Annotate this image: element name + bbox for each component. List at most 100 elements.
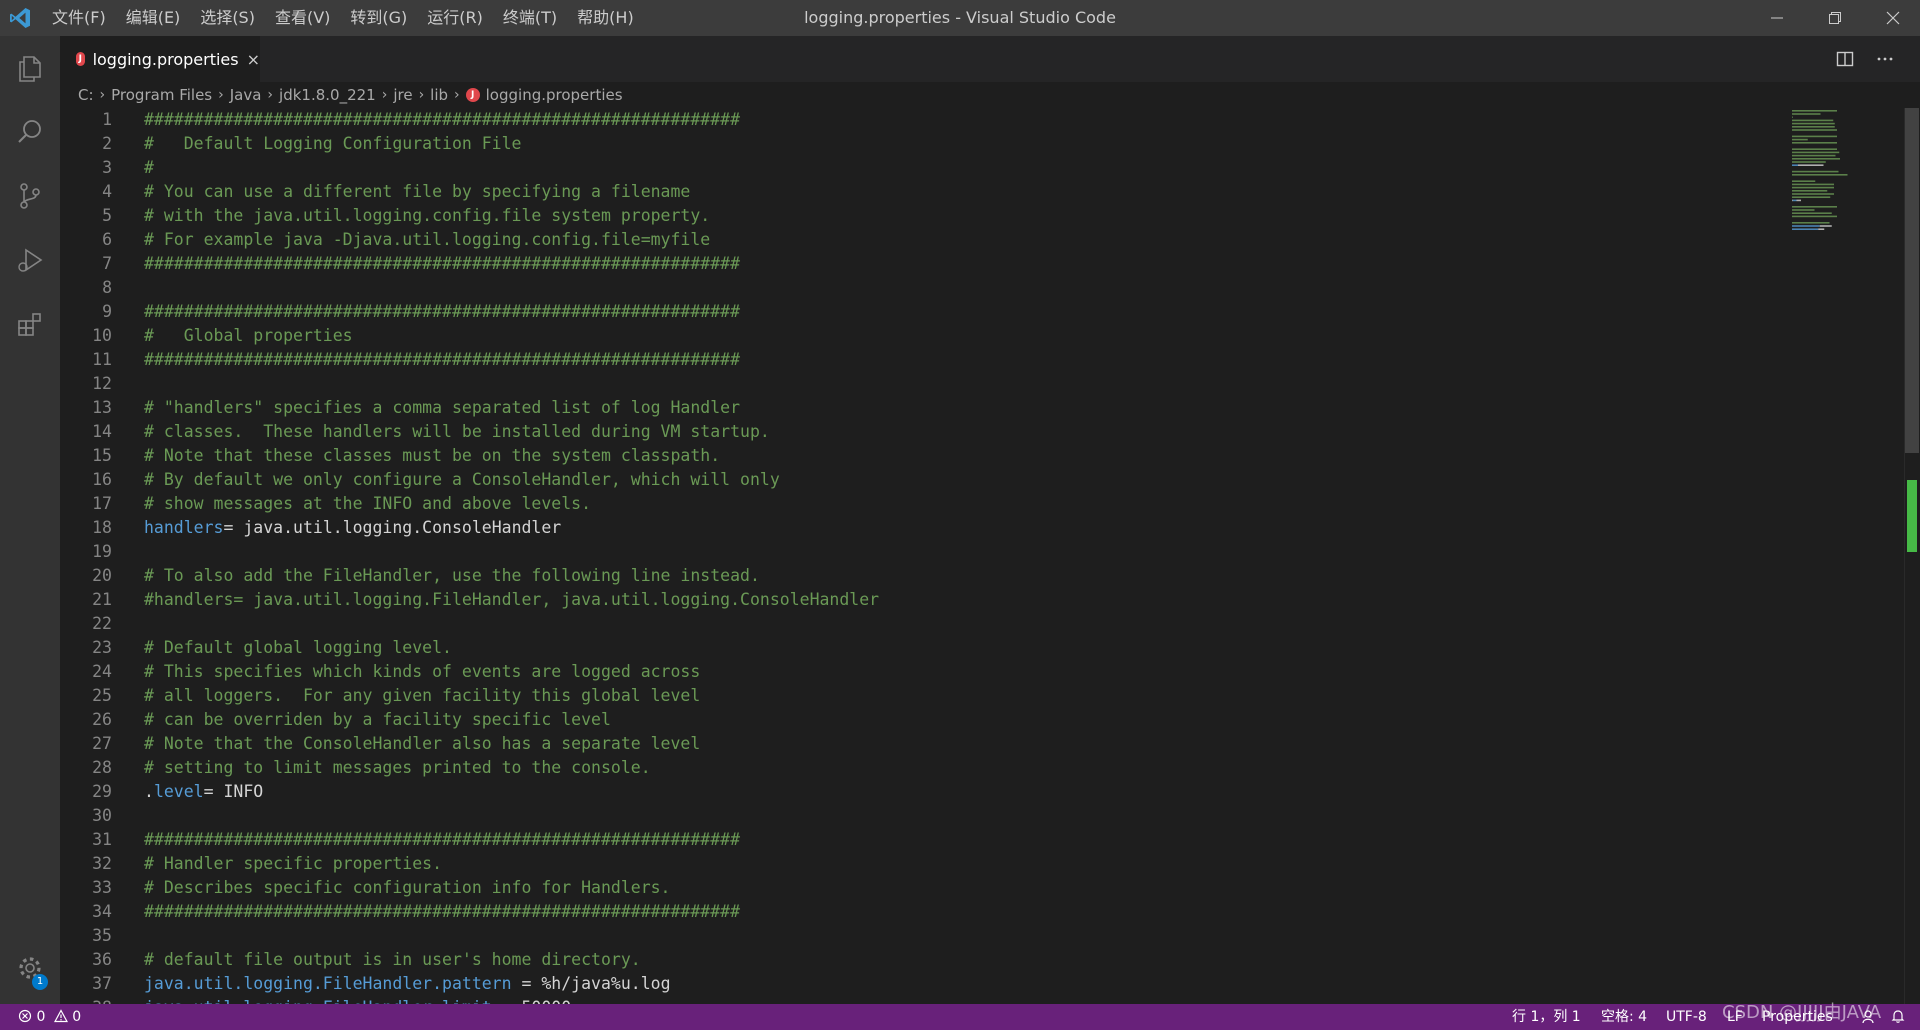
code-token: ########################################…: [144, 830, 741, 849]
line-number: 25: [92, 686, 112, 705]
code-line[interactable]: 31 ######################################…: [60, 828, 1760, 852]
code-line[interactable]: 29 .level= INFO: [60, 780, 1760, 804]
code-line[interactable]: 14 # classes. These handlers will be inst…: [60, 420, 1760, 444]
code-line[interactable]: 33 # Describes specific configuration inf…: [60, 876, 1760, 900]
code-line[interactable]: 19: [60, 540, 1760, 564]
code-line[interactable]: 10 # Global properties: [60, 324, 1760, 348]
code-line[interactable]: 28 # setting to limit messages printed to…: [60, 756, 1760, 780]
search-button[interactable]: [0, 104, 60, 160]
menu-item[interactable]: 转到(G): [340, 0, 417, 36]
code-line[interactable]: 37 java.util.logging.FileHandler.pattern …: [60, 972, 1760, 996]
code-line[interactable]: 30: [60, 804, 1760, 828]
code-line[interactable]: 32 # Handler specific properties.: [60, 852, 1760, 876]
editor[interactable]: 1 #######################################…: [60, 108, 1920, 1004]
line-number: 26: [92, 710, 112, 729]
line-number: 7: [102, 254, 112, 273]
breadcrumb-item[interactable]: C:: [78, 86, 94, 104]
minimap-line: [1792, 183, 1834, 186]
code-line[interactable]: 20 # To also add the FileHandler, use the…: [60, 564, 1760, 588]
more-actions-icon[interactable]: [1876, 50, 1894, 68]
code-text: java.util.logging.FileHandler.pattern = …: [144, 972, 671, 996]
code-token: # Default global logging level.: [144, 638, 452, 657]
breadcrumb-item[interactable]: lib: [430, 86, 448, 104]
close-window-button[interactable]: [1864, 0, 1920, 36]
code-line[interactable]: 3 #: [60, 156, 1760, 180]
notifications-button[interactable]: [1890, 1004, 1906, 1030]
line-number: 29: [92, 782, 112, 801]
indentation[interactable]: 空格: 4: [1601, 1004, 1647, 1030]
split-editor-icon[interactable]: [1836, 50, 1854, 68]
code-line[interactable]: 15 # Note that these classes must be on t…: [60, 444, 1760, 468]
minimize-button[interactable]: [1748, 0, 1806, 36]
code-line[interactable]: 1 #######################################…: [60, 108, 1760, 132]
tab-close-icon[interactable]: ×: [247, 50, 260, 69]
tab-logging-properties[interactable]: J logging.properties ×: [60, 36, 260, 82]
restore-button[interactable]: [1806, 0, 1864, 36]
minimap[interactable]: [1790, 108, 1890, 238]
code-text: # Global properties: [144, 324, 353, 348]
code-token: # Global properties: [144, 326, 353, 345]
line-number: 19: [92, 542, 112, 561]
run-debug-button[interactable]: [0, 232, 60, 288]
code-token: # To also add the FileHandler, use the f…: [144, 566, 760, 585]
breadcrumb-item[interactable]: logging.properties: [486, 86, 623, 104]
code-line[interactable]: 16 # By default we only configure a Conso…: [60, 468, 1760, 492]
problems-indicator[interactable]: 0 0: [18, 1004, 81, 1030]
code-line[interactable]: 2 # Default Logging Configuration File: [60, 132, 1760, 156]
menu-item[interactable]: 查看(V): [265, 0, 340, 36]
menu-item[interactable]: 选择(S): [190, 0, 265, 36]
code-line[interactable]: 17 # show messages at the INFO and above …: [60, 492, 1760, 516]
watermark: CSDN @JJJJJ由JAVA: [1722, 1002, 1882, 1023]
menu-item[interactable]: 帮助(H): [567, 0, 644, 36]
code-line[interactable]: 38 java.util.logging.FileHandler.limit = …: [60, 996, 1760, 1004]
tab-bar: J logging.properties ×: [60, 36, 1920, 82]
code-line[interactable]: 8: [60, 276, 1760, 300]
line-number: 4: [102, 182, 112, 201]
code-line[interactable]: 24 # This specifies which kinds of events…: [60, 660, 1760, 684]
minimap-line: [1792, 126, 1835, 128]
line-number: 5: [102, 206, 112, 225]
breadcrumb-item[interactable]: Program Files: [111, 86, 212, 104]
menu-item[interactable]: 终端(T): [493, 0, 567, 36]
code-line[interactable]: 13 # "handlers" specifies a comma separat…: [60, 396, 1760, 420]
code-line[interactable]: 21 #handlers= java.util.logging.FileHandl…: [60, 588, 1760, 612]
code-line[interactable]: 5 # with the java.util.logging.config.fil…: [60, 204, 1760, 228]
code-text: # with the java.util.logging.config.file…: [144, 204, 710, 228]
code-line[interactable]: 9 #######################################…: [60, 300, 1760, 324]
encoding[interactable]: UTF-8: [1666, 1004, 1707, 1030]
breadcrumb-item[interactable]: Java: [230, 86, 262, 104]
code-line[interactable]: 7 #######################################…: [60, 252, 1760, 276]
code-line[interactable]: 11 ######################################…: [60, 348, 1760, 372]
explorer-button[interactable]: [0, 40, 60, 96]
cursor-position[interactable]: 行 1，列 1: [1512, 1004, 1581, 1030]
minimap-line: [1792, 212, 1832, 214]
minimap-line: [1792, 135, 1837, 138]
code-token: ########################################…: [144, 302, 741, 321]
code-line[interactable]: 18 handlers= java.util.logging.ConsoleHan…: [60, 516, 1760, 540]
code-line[interactable]: 36 # default file output is in user's hom…: [60, 948, 1760, 972]
scrollbar-thumb[interactable]: [1905, 108, 1919, 453]
code-text: handlers= java.util.logging.ConsoleHandl…: [144, 516, 561, 540]
manage-settings-button[interactable]: 1: [0, 940, 60, 996]
code-line[interactable]: 22: [60, 612, 1760, 636]
code-line[interactable]: 34 ######################################…: [60, 900, 1760, 924]
code-line[interactable]: 23 # Default global logging level.: [60, 636, 1760, 660]
code-line[interactable]: 4 # You can use a different file by speci…: [60, 180, 1760, 204]
code-line[interactable]: 12: [60, 372, 1760, 396]
code-token: ########################################…: [144, 350, 741, 369]
breadcrumb-item[interactable]: jre: [393, 86, 412, 104]
source-control-button[interactable]: [0, 168, 60, 224]
code-line[interactable]: 25 # all loggers. For any given facility …: [60, 684, 1760, 708]
code-text: # setting to limit messages printed to t…: [144, 756, 651, 780]
code-line[interactable]: 35: [60, 924, 1760, 948]
code-token: # all loggers. For any given facility th…: [144, 686, 701, 705]
extensions-button[interactable]: [0, 296, 60, 352]
code-line[interactable]: 26 # can be overriden by a facility speci…: [60, 708, 1760, 732]
code-line[interactable]: 27 # Note that the ConsoleHandler also ha…: [60, 732, 1760, 756]
menu-item[interactable]: 运行(R): [417, 0, 493, 36]
menu-item[interactable]: 文件(F): [42, 0, 116, 36]
close-icon: [1886, 11, 1900, 25]
menu-item[interactable]: 编辑(E): [116, 0, 191, 36]
code-line[interactable]: 6 # For example java -Djava.util.logging.…: [60, 228, 1760, 252]
breadcrumb-item[interactable]: jdk1.8.0_221: [279, 86, 376, 104]
